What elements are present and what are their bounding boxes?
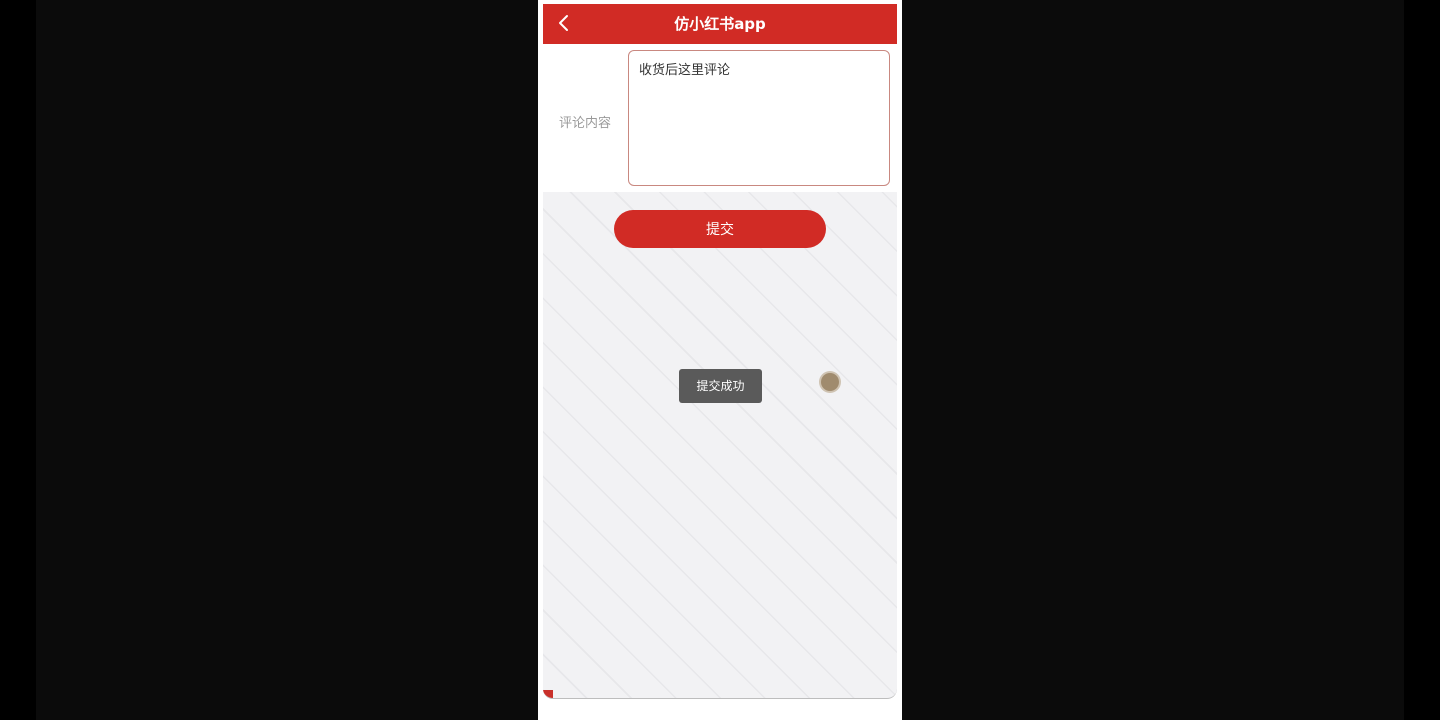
back-button[interactable]: [551, 10, 579, 38]
submit-button[interactable]: 提交: [614, 210, 826, 248]
right-letterbox: [902, 0, 1404, 720]
phone-viewport: 仿小红书app 评论内容 收货后这里评论 提交 提交成功: [538, 0, 902, 720]
left-letterbox: [36, 0, 538, 720]
app-header: 仿小红书app: [543, 4, 897, 44]
touch-point-icon: [821, 373, 839, 391]
comment-label: 评论内容: [558, 116, 611, 131]
content-area: 提交 提交成功: [543, 192, 897, 699]
comment-form: 评论内容 收货后这里评论: [543, 44, 897, 192]
success-toast: 提交成功: [679, 369, 762, 403]
screen: 仿小红书app 评论内容 收货后这里评论 提交 提交成功: [0, 0, 1440, 720]
app-title: 仿小红书app: [674, 15, 766, 33]
chevron-left-icon: [559, 15, 568, 31]
comment-textarea[interactable]: 收货后这里评论: [628, 50, 890, 186]
corner-accent: [543, 690, 553, 698]
